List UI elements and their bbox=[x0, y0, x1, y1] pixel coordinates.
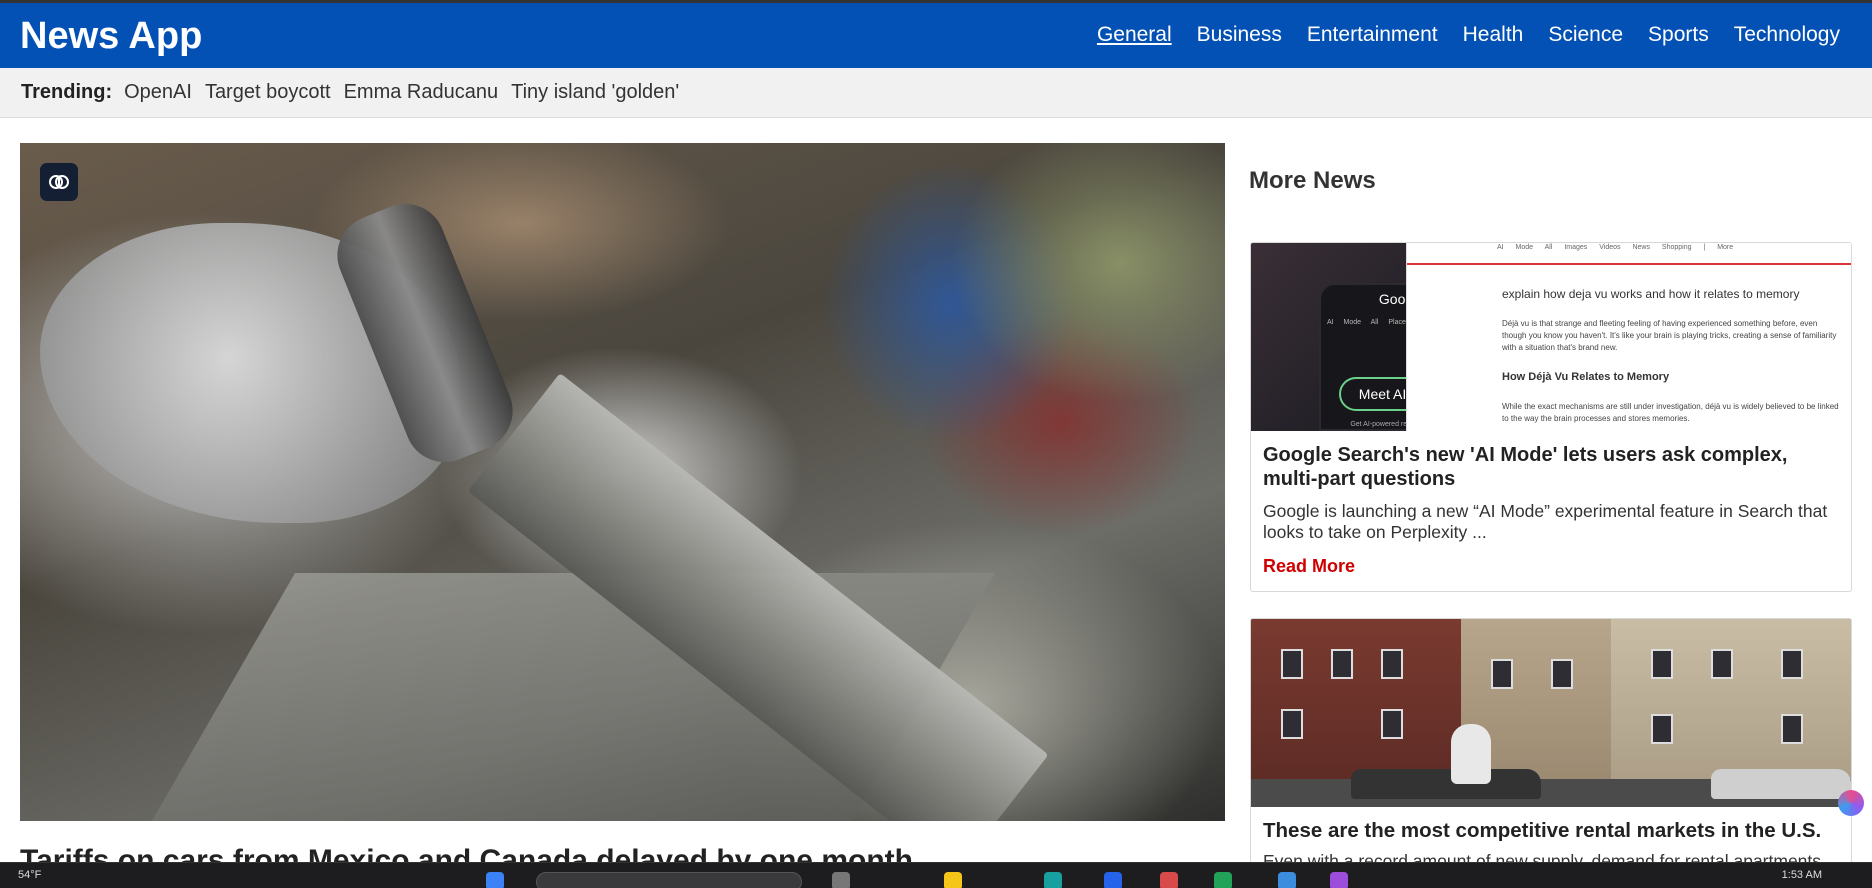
image-search-paragraph-2: While the exact mechanisms are still und… bbox=[1502, 402, 1839, 423]
image-window bbox=[1381, 649, 1403, 679]
nav-item-science[interactable]: Science bbox=[1548, 23, 1623, 47]
chrome-icon[interactable] bbox=[1160, 872, 1178, 888]
category-nav: General Business Entertainment Health Sc… bbox=[1072, 23, 1840, 47]
image-window bbox=[1491, 659, 1513, 689]
start-icon[interactable] bbox=[486, 872, 504, 888]
nav-item-business[interactable]: Business bbox=[1197, 23, 1282, 47]
image-cyclist bbox=[1451, 724, 1491, 784]
image-search-page: AI Mode All Images Videos News Shopping … bbox=[1406, 243, 1851, 431]
hero-article-image[interactable] bbox=[20, 143, 1225, 821]
image-window bbox=[1551, 659, 1573, 689]
image-window bbox=[1781, 649, 1803, 679]
more-news-heading: More News bbox=[1249, 167, 1376, 194]
image-search-heading: How Déjà Vu Relates to Memory bbox=[1502, 371, 1670, 383]
news-card-body: Google Search's new 'AI Mode' lets users… bbox=[1251, 431, 1851, 577]
read-more-link[interactable]: Read More bbox=[1263, 556, 1355, 577]
news-card-image[interactable] bbox=[1251, 619, 1851, 807]
os-taskbar: 54°F 1:53 AM bbox=[0, 862, 1872, 888]
nav-item-entertainment[interactable]: Entertainment bbox=[1307, 23, 1438, 47]
image-car bbox=[1711, 769, 1851, 799]
trending-bar: Trending: OpenAI Target boycott Emma Rad… bbox=[0, 68, 1872, 118]
app-logo[interactable]: News App bbox=[20, 15, 202, 58]
trending-label: Trending: bbox=[21, 81, 113, 103]
trending-item-emma-raducanu[interactable]: Emma Raducanu bbox=[344, 81, 499, 104]
nav-item-technology[interactable]: Technology bbox=[1734, 23, 1840, 47]
app-icon[interactable] bbox=[1330, 872, 1348, 888]
image-search-paragraph: Déjà vu is that strange and fleeting fee… bbox=[1502, 319, 1837, 352]
trending-item-openai[interactable]: OpenAI bbox=[124, 81, 192, 104]
store-icon[interactable] bbox=[1104, 872, 1122, 888]
image-window bbox=[1381, 709, 1403, 739]
image-search-tabs: AI Mode All Images Videos News Shopping … bbox=[1407, 243, 1851, 265]
assistant-icon[interactable] bbox=[1838, 790, 1864, 816]
image-car bbox=[1351, 769, 1541, 799]
news-card-image[interactable]: Google AI Mode All Places Maps Images Me… bbox=[1251, 243, 1851, 431]
clock[interactable]: 1:53 AM bbox=[1782, 869, 1822, 881]
image-window bbox=[1281, 649, 1303, 679]
news-app-page: News App General Business Entertainment … bbox=[0, 0, 1872, 888]
brain-icon-glyph bbox=[49, 175, 69, 189]
image-window bbox=[1281, 709, 1303, 739]
nav-item-sports[interactable]: Sports bbox=[1648, 23, 1709, 47]
trending-item-target-boycott[interactable]: Target boycott bbox=[205, 81, 331, 104]
nav-item-general[interactable]: General bbox=[1097, 23, 1172, 47]
weather-widget[interactable]: 54°F bbox=[18, 869, 41, 881]
header-bar: News App General Business Entertainment … bbox=[0, 0, 1872, 68]
news-card[interactable]: Google AI Mode All Places Maps Images Me… bbox=[1250, 242, 1852, 592]
taskbar-search-box[interactable] bbox=[536, 872, 802, 888]
image-window bbox=[1331, 649, 1353, 679]
file-explorer-icon[interactable] bbox=[944, 872, 962, 888]
brain-icon[interactable] bbox=[40, 163, 78, 201]
image-window bbox=[1651, 649, 1673, 679]
news-card-title[interactable]: Google Search's new 'AI Mode' lets users… bbox=[1263, 443, 1839, 491]
image-window bbox=[1651, 714, 1673, 744]
task-view-icon[interactable] bbox=[832, 872, 850, 888]
trending-item-tiny-island[interactable]: Tiny island 'golden' bbox=[511, 81, 679, 104]
nav-item-health[interactable]: Health bbox=[1463, 23, 1524, 47]
app-icon[interactable] bbox=[1214, 872, 1232, 888]
news-card[interactable]: These are the most competitive rental ma… bbox=[1250, 618, 1852, 888]
image-window bbox=[1781, 714, 1803, 744]
image-window bbox=[1711, 649, 1733, 679]
news-card-title[interactable]: These are the most competitive rental ma… bbox=[1263, 819, 1839, 843]
news-card-description: Google is launching a new “AI Mode” expe… bbox=[1263, 501, 1828, 542]
edge-icon[interactable] bbox=[1044, 872, 1062, 888]
vscode-icon[interactable] bbox=[1278, 872, 1296, 888]
image-search-query: explain how deja vu works and how it rel… bbox=[1502, 287, 1800, 301]
